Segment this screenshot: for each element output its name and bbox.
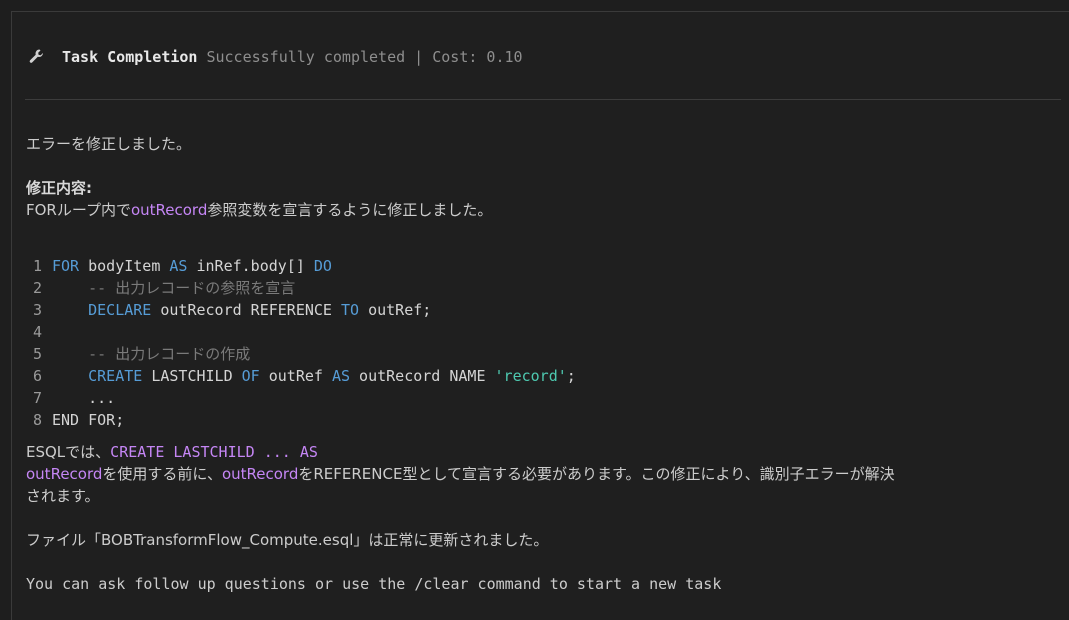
code-content: END FOR; — [52, 409, 124, 431]
code-content: FOR bodyItem AS inRef.body[] DO — [52, 255, 332, 277]
code-token: inRef.body[] — [187, 257, 314, 275]
code-line: 1 FOR bodyItem AS inRef.body[] DO — [26, 255, 576, 277]
code-token: END FOR; — [52, 411, 125, 429]
line-number: 5 — [32, 345, 42, 363]
task-title: Task Completion — [62, 48, 198, 66]
fix-prefix: FORループ内で — [26, 201, 131, 219]
task-completion-panel: Task Completion Successfully completed |… — [11, 11, 1069, 620]
code-token: -- 出力レコードの作成 — [88, 345, 251, 363]
code-token: -- 出力レコードの参照を宣言 — [88, 279, 296, 297]
explain-var-2: outRecord — [221, 465, 299, 483]
code-token: TO — [341, 301, 360, 319]
fix-heading: 修正内容: — [26, 179, 92, 197]
fix-description: FORループ内でoutRecord参照変数を宣言するように修正しました。 — [26, 199, 492, 221]
code-token: outRef — [259, 367, 332, 385]
line-number: 1 — [32, 257, 42, 275]
code-content: DECLARE outRecord REFERENCE TO outRef; — [52, 299, 431, 321]
code-token: ... — [52, 389, 116, 407]
code-token: DECLARE — [88, 301, 152, 319]
code-line: 2 -- 出力レコードの参照を宣言 — [26, 277, 576, 299]
code-token: ; — [566, 367, 576, 385]
line-number: 7 — [32, 389, 42, 407]
code-block: 1 FOR bodyItem AS inRef.body[] DO 2 -- 出力レ… — [26, 255, 576, 431]
code-token: outRef; — [359, 301, 432, 319]
code-content: -- 出力レコードの作成 — [52, 343, 250, 365]
line-number: 6 — [32, 367, 42, 385]
code-content: ... — [52, 387, 115, 409]
code-line: 7 ... — [26, 387, 576, 409]
explain-var-1: outRecord — [26, 465, 103, 483]
line-number: 4 — [32, 323, 42, 341]
line-number: 8 — [32, 411, 42, 429]
task-status: Successfully completed | Cost: 0.10 — [206, 48, 523, 66]
explain-line-3: されます。 — [26, 487, 100, 505]
line-number: 2 — [32, 279, 42, 297]
code-token: DO — [313, 257, 332, 275]
code-token: 'record' — [494, 367, 567, 385]
explain-line-1: ESQLでは、CREATE LASTCHILD ... AS — [26, 441, 318, 463]
code-content: -- 出力レコードの参照を宣言 — [52, 277, 295, 299]
fix-var: outRecord — [130, 201, 208, 219]
header-divider — [25, 99, 1061, 100]
code-line: 4 — [26, 321, 576, 343]
intro-text: エラーを修正しました。 — [26, 135, 192, 153]
code-line: 8 END FOR; — [26, 409, 576, 431]
line-number: 3 — [32, 301, 42, 319]
code-line: 5 -- 出力レコードの作成 — [26, 343, 576, 365]
fix-suffix: 参照変数を宣言するように修正しました。 — [207, 201, 493, 219]
code-line: 3 DECLARE outRecord REFERENCE TO outRef; — [26, 299, 576, 321]
code-token: outRecord NAME — [350, 367, 495, 385]
code-token: OF — [241, 367, 260, 385]
code-token: AS — [169, 257, 188, 275]
code-content: CREATE LASTCHILD OF outRef AS outRecord … — [52, 365, 576, 387]
code-token: outRecord REFERENCE — [151, 301, 341, 319]
explain-prefix: ESQLでは、 — [26, 443, 111, 461]
wrench-icon — [29, 49, 43, 63]
explain-line-2: outRecordを使用する前に、outRecordをREFERENCE型として… — [26, 463, 895, 485]
explain-code: CREATE LASTCHILD ... AS — [110, 443, 318, 461]
code-token: LASTCHILD — [142, 367, 242, 385]
task-header: Task Completion Successfully completed |… — [28, 45, 523, 69]
code-line: 6 CREATE LASTCHILD OF outRef AS outRecor… — [26, 365, 576, 387]
file-updated-text: ファイル「BOBTransformFlow_Compute.esql」は正常に更… — [26, 531, 549, 549]
footer-hint: You can ask follow up questions or use t… — [26, 575, 722, 593]
code-token: bodyItem — [79, 257, 170, 275]
code-token: CREATE — [88, 367, 143, 385]
code-token: FOR — [52, 257, 80, 275]
code-token: AS — [331, 367, 351, 385]
explain-mid-1: を使用する前に、 — [102, 465, 222, 483]
explain-mid-2: をREFERENCE型として宣言する必要があります。この修正により、識別子エラー… — [298, 465, 895, 483]
